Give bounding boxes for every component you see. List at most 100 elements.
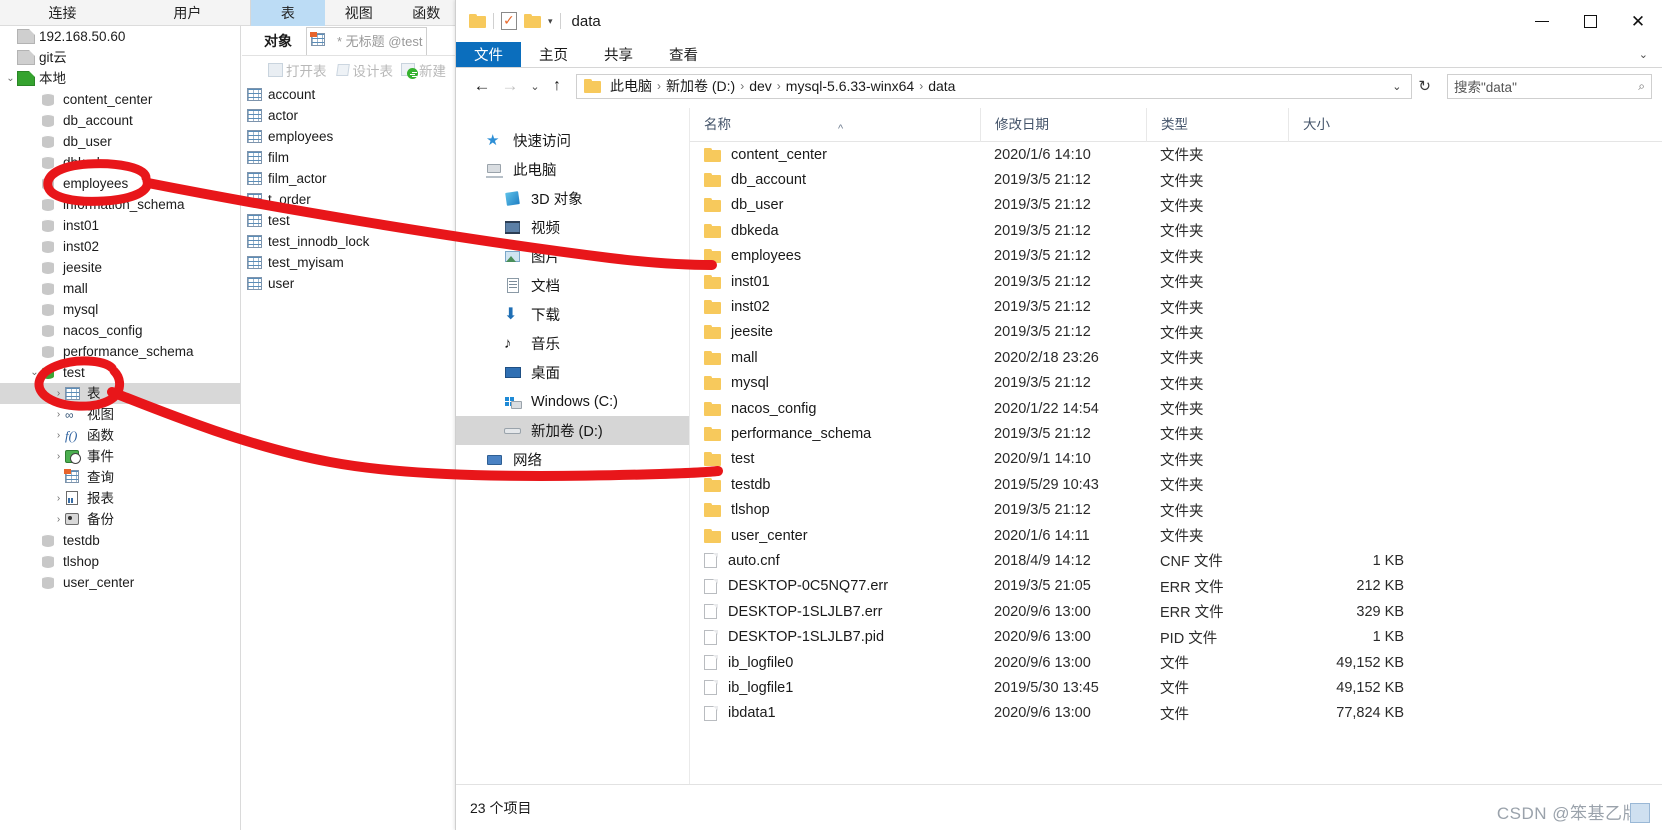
tab-editor[interactable]: * 无标题 @test xyxy=(306,26,428,55)
new-folder-icon[interactable] xyxy=(524,14,541,28)
maximize-button[interactable] xyxy=(1566,0,1614,42)
file-row[interactable]: mysql 2019/3/5 21:12 文件夹 xyxy=(690,371,1662,396)
tree-item-9[interactable]: inst01 xyxy=(0,215,240,236)
nav-item-8[interactable]: 桌面 xyxy=(456,358,689,387)
chevron-right-icon[interactable]: › xyxy=(52,404,65,425)
file-row[interactable]: inst01 2019/3/5 21:12 文件夹 xyxy=(690,269,1662,294)
nav-item-7[interactable]: ♪ 音乐 xyxy=(456,329,689,358)
breadcrumb-item[interactable]: data xyxy=(925,78,958,94)
nav-item-0[interactable]: ★ 快速访问 xyxy=(456,126,689,155)
breadcrumb-item[interactable]: dev xyxy=(746,78,775,94)
close-button[interactable]: ✕ xyxy=(1614,0,1662,42)
tree-item-14[interactable]: nacos_config xyxy=(0,320,240,341)
ribbon-tab-查看[interactable]: 查看 xyxy=(651,42,716,67)
column-header-date[interactable]: 修改日期 xyxy=(980,108,1146,142)
db-connection-tree[interactable]: 192.168.50.60 git云 ⌄ 本地 content_center db_acc… xyxy=(0,26,241,830)
nav-item-4[interactable]: 图片 xyxy=(456,242,689,271)
db-toolbar-打开表[interactable]: 打开表 xyxy=(268,60,327,80)
tree-item-12[interactable]: mall xyxy=(0,278,240,299)
tree-item-22[interactable]: › 报表 xyxy=(0,488,240,509)
nav-item-9[interactable]: Windows (C:) xyxy=(456,387,689,416)
db-table-row[interactable]: user xyxy=(242,273,460,294)
chevron-down-icon[interactable]: ⌄ xyxy=(1384,80,1409,93)
tree-item-19[interactable]: › f() 函数 xyxy=(0,425,240,446)
column-header-size[interactable]: 大小 xyxy=(1288,108,1416,142)
refresh-button[interactable]: ↻ xyxy=(1412,77,1437,95)
file-row[interactable]: DESKTOP-0C5NQ77.err 2019/3/5 21:05 ERR 文件 2… xyxy=(690,574,1662,599)
folder-icon[interactable] xyxy=(469,14,486,28)
tree-item-0[interactable]: 192.168.50.60 xyxy=(0,26,240,47)
db-table-row[interactable]: test xyxy=(242,210,460,231)
breadcrumb-item[interactable]: 此电脑 xyxy=(607,76,655,96)
tree-item-25[interactable]: tlshop xyxy=(0,551,240,572)
db-table-row[interactable]: employees xyxy=(242,126,460,147)
navigation-pane[interactable]: ★ 快速访问 此电脑 3D 对象 视频 图片 文档 ⬇ 下载 ♪ 音乐 桌面 Windows (C:) 新… xyxy=(456,108,690,784)
column-header-type[interactable]: 类型 xyxy=(1146,108,1288,142)
chevron-down-icon[interactable]: ⌄ xyxy=(28,362,41,383)
db-table-row[interactable]: actor xyxy=(242,105,460,126)
file-row[interactable]: DESKTOP-1SLJLB7.err 2020/9/6 13:00 ERR 文件 3… xyxy=(690,599,1662,624)
chevron-right-icon[interactable]: › xyxy=(52,488,65,509)
db-menu-0[interactable]: 连接 xyxy=(0,0,125,26)
search-input[interactable]: 搜索"data" ⌕ xyxy=(1447,73,1652,99)
file-row[interactable]: content_center 2020/1/6 14:10 文件夹 xyxy=(690,142,1662,167)
address-bar[interactable]: 此电脑 › 新加卷 (D:) › dev › mysql-5.6.33-winx64 › dat… xyxy=(576,73,1413,99)
tree-item-18[interactable]: › ∞ 视图 xyxy=(0,404,240,425)
file-row[interactable]: performance_schema 2019/3/5 21:12 文件夹 xyxy=(690,421,1662,446)
db-menu-4[interactable]: 函数 xyxy=(393,0,461,26)
db-menu-1[interactable]: 用户 xyxy=(125,0,250,26)
tree-item-15[interactable]: performance_schema xyxy=(0,341,240,362)
chevron-right-icon[interactable]: › xyxy=(52,425,65,446)
tree-item-5[interactable]: db_user xyxy=(0,131,240,152)
db-menu-2[interactable]: 表 xyxy=(249,0,325,26)
tree-item-13[interactable]: mysql xyxy=(0,299,240,320)
breadcrumb-item[interactable]: mysql-5.6.33-winx64 xyxy=(783,78,917,94)
recent-locations-button[interactable]: ⌄ xyxy=(524,72,546,100)
tree-item-20[interactable]: › 事件 xyxy=(0,446,240,467)
db-toolbar-新建[interactable]: 新建 xyxy=(401,60,446,80)
properties-icon[interactable] xyxy=(501,11,517,30)
db-toolbar-设计表[interactable]: 设计表 xyxy=(335,60,393,80)
tree-item-26[interactable]: user_center xyxy=(0,572,240,593)
ribbon-tab-主页[interactable]: 主页 xyxy=(521,42,586,67)
db-table-row[interactable]: account xyxy=(242,84,460,105)
nav-item-10[interactable]: 新加卷 (D:) xyxy=(456,416,689,445)
breadcrumb[interactable]: 此电脑 › 新加卷 (D:) › dev › mysql-5.6.33-winx64 › dat… xyxy=(607,76,958,96)
db-table-row[interactable]: test_myisam xyxy=(242,252,460,273)
file-row[interactable]: dbkeda 2019/3/5 21:12 文件夹 xyxy=(690,218,1662,243)
nav-item-5[interactable]: 文档 xyxy=(456,271,689,300)
tree-item-3[interactable]: content_center xyxy=(0,89,240,110)
file-row[interactable]: nacos_config 2020/1/22 14:54 文件夹 xyxy=(690,396,1662,421)
db-table-row[interactable]: t_order xyxy=(242,189,460,210)
tree-item-7[interactable]: employees xyxy=(0,173,240,194)
tree-item-2[interactable]: ⌄ 本地 xyxy=(0,68,240,89)
chevron-right-icon[interactable]: › xyxy=(52,446,65,467)
back-button[interactable]: ← xyxy=(468,72,496,100)
tree-item-4[interactable]: db_account xyxy=(0,110,240,131)
file-row[interactable]: mall 2020/2/18 23:26 文件夹 xyxy=(690,345,1662,370)
file-row[interactable]: DESKTOP-1SLJLB7.pid 2020/9/6 13:00 PID 文件 1… xyxy=(690,624,1662,649)
chevron-down-icon[interactable]: ▾ xyxy=(548,16,553,27)
minimize-button[interactable] xyxy=(1518,0,1566,42)
file-row[interactable]: test 2020/9/1 14:10 文件夹 xyxy=(690,447,1662,472)
file-row[interactable]: db_account 2019/3/5 21:12 文件夹 xyxy=(690,167,1662,192)
file-row[interactable]: user_center 2020/1/6 14:11 文件夹 xyxy=(690,523,1662,548)
tree-item-23[interactable]: › 备份 xyxy=(0,509,240,530)
nav-item-2[interactable]: 3D 对象 xyxy=(456,184,689,213)
up-button[interactable]: ↑ xyxy=(546,72,568,100)
file-list-view[interactable]: 名称 ^ 修改日期 类型 大小 content_center 2020/1/6 1… xyxy=(690,108,1662,784)
file-row[interactable]: tlshop 2019/3/5 21:12 文件夹 xyxy=(690,497,1662,522)
db-table-row[interactable]: film xyxy=(242,147,460,168)
nav-item-3[interactable]: 视频 xyxy=(456,213,689,242)
chevron-down-icon[interactable]: ⌄ xyxy=(4,68,17,89)
tree-item-8[interactable]: information_schema xyxy=(0,194,240,215)
nav-item-6[interactable]: ⬇ 下载 xyxy=(456,300,689,329)
file-row[interactable]: ibdata1 2020/9/6 13:00 文件 77,824 KB xyxy=(690,701,1662,726)
ribbon-tab-共享[interactable]: 共享 xyxy=(586,42,651,67)
tree-item-10[interactable]: inst02 xyxy=(0,236,240,257)
forward-button[interactable]: → xyxy=(496,72,524,100)
tree-item-16[interactable]: ⌄ test xyxy=(0,362,240,383)
tab-objects[interactable]: 对象 xyxy=(264,31,292,51)
db-menu-3[interactable]: 视图 xyxy=(325,0,393,26)
db-table-list[interactable]: account actor employees film film_actor t_ord… xyxy=(242,84,460,294)
